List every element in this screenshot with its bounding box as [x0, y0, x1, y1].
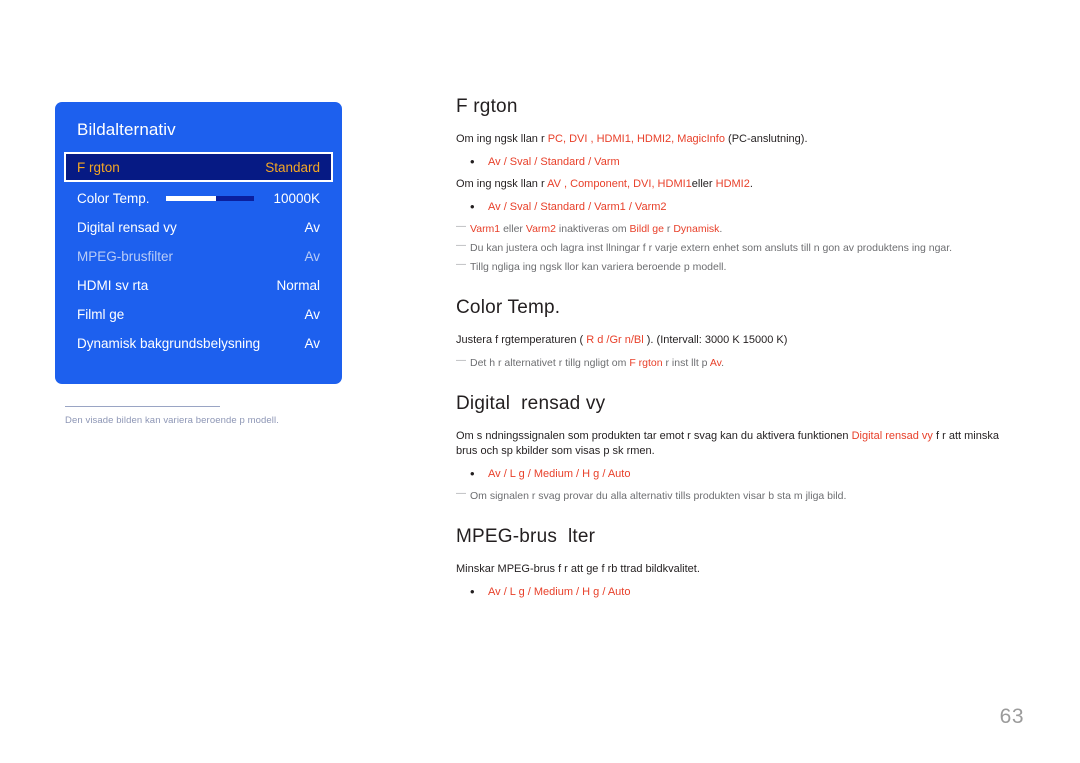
- option-list-item: Av / L g / Medium / H g / Auto: [470, 584, 1018, 601]
- highlight-varm1: Varm1: [470, 223, 504, 235]
- fargton-note-2: Du kan justera och lagra inst llningar f…: [456, 238, 1018, 256]
- osd-row-value: Av: [304, 307, 320, 322]
- osd-row-value: Av: [304, 220, 320, 235]
- text-fragment: r inst llt p: [662, 356, 710, 369]
- color-temp-note: Det h r alternativet r tillg ngligt om F…: [456, 353, 1018, 371]
- fargton-intro-2: Om ing ngsk llan r AV , Component, DVI, …: [456, 177, 1018, 193]
- text-fragment: Om s ndningssignalen som produkten tar e…: [456, 429, 852, 442]
- osd-row-value: Av: [304, 249, 320, 264]
- osd-row-label: MPEG-brusfilter: [77, 249, 174, 264]
- section-heading-color-temp: Color Temp.: [456, 297, 561, 318]
- section-fargton: F rgton Om ing ngsk llan r PC, DVI , HDM…: [456, 96, 1018, 275]
- highlight-varm2: Varm2: [525, 223, 559, 235]
- osd-row-slider-area: [150, 196, 274, 201]
- highlight-av: Av: [709, 356, 722, 369]
- caption-divider: [65, 406, 220, 407]
- highlight-dynamisk: Dynamisk: [673, 223, 720, 235]
- section-heading-fargton: F rgton: [456, 96, 518, 117]
- text-fragment: .: [721, 356, 725, 369]
- color-temp-slider[interactable]: [166, 196, 255, 201]
- fargton-note-3: Tillg ngliga ing ngsk llor kan variera b…: [456, 257, 1018, 275]
- manual-content: F rgton Om ing ngsk llan r PC, DVI , HDM…: [456, 96, 1018, 618]
- highlight-fargton: F rgton: [629, 356, 663, 369]
- highlight-source-hdmi2: HDMI2: [715, 178, 750, 190]
- osd-row-dynamic-backlight[interactable]: Dynamisk bakgrundsbelysning Av: [55, 329, 342, 358]
- osd-row-label: F rgton: [77, 159, 120, 175]
- page-number: 63: [999, 705, 1024, 728]
- osd-row-label: Color Temp.: [77, 191, 150, 206]
- highlight-source-list: AV , Component, DVI, HDMI1: [547, 178, 692, 190]
- osd-row-value: Normal: [276, 278, 320, 293]
- fargton-note-1: Varm1 eller Varm2 inaktiveras om Bildl g…: [456, 219, 1018, 237]
- osd-row-value: Standard: [265, 159, 320, 175]
- section-mpeg-noise-filter: MPEG-brus lter Minskar MPEG-brus f r att…: [456, 526, 1018, 600]
- osd-row-value: Av: [304, 336, 320, 351]
- osd-row-mpeg-noise-filter[interactable]: MPEG-brusfilter Av: [55, 242, 342, 271]
- text-fragment: eller: [691, 178, 716, 190]
- option-list-item: Av / Sval / Standard / Varm1 / Varm2: [470, 199, 1018, 216]
- osd-row-value: 10000K: [273, 191, 320, 206]
- mpeg-noise-filter-options: Av / L g / Medium / H g / Auto: [456, 584, 1018, 601]
- digital-clean-view-note: Om signalen r svag provar du alla altern…: [456, 486, 1018, 504]
- option-list-item: Av / L g / Medium / H g / Auto: [470, 466, 1018, 483]
- osd-row-label: Digital rensad vy: [77, 220, 177, 235]
- osd-row-digital-clean-view[interactable]: Digital rensad vy Av: [55, 213, 342, 242]
- text-fragment: .: [719, 223, 723, 235]
- osd-panel: Bildalternativ F rgton Standard Color Te…: [55, 102, 342, 384]
- osd-row-film-mode[interactable]: Filml ge Av: [55, 300, 342, 329]
- osd-caption: Den visade bilden kan variera beroende p…: [65, 415, 279, 426]
- color-temp-slider-fill: [166, 196, 216, 201]
- text-fragment: eller: [503, 223, 526, 235]
- option-list-item: Av / Sval / Standard / Varm: [470, 154, 1018, 171]
- osd-panel-title: Bildalternativ: [77, 120, 176, 139]
- text-fragment: inaktiveras om: [558, 223, 630, 235]
- fargton-options-1: Av / Sval / Standard / Varm: [456, 154, 1018, 171]
- text-fragment: Om ing ngsk llan r: [456, 133, 548, 145]
- mpeg-noise-filter-intro: Minskar MPEG-brus f r att ge f rb ttrad …: [456, 563, 700, 575]
- text-fragment: Om ing ngsk llan r: [456, 178, 548, 190]
- section-heading-mpeg-noise-filter: MPEG-brus lter: [456, 526, 596, 547]
- text-fragment: .: [749, 178, 753, 190]
- fargton-intro-1: Om ing ngsk llan r PC, DVI , HDMI1, HDMI…: [456, 132, 1018, 148]
- text-fragment: ). (Intervall: 3000 K 15000 K): [643, 334, 788, 346]
- highlight-source-list: PC, DVI , HDMI1, HDMI2, MagicInfo: [547, 133, 725, 145]
- color-temp-intro: Justera f rgtemperaturen ( R d /Gr n/Bl …: [456, 333, 1018, 349]
- digital-clean-view-intro: Om s ndningssignalen som produkten tar e…: [456, 429, 1018, 460]
- osd-row-color-temp[interactable]: Color Temp. 10000K: [55, 184, 342, 213]
- highlight-digital-rensad-vy: Digital rensad vy: [851, 429, 933, 442]
- fargton-options-2: Av / Sval / Standard / Varm1 / Varm2: [456, 199, 1018, 216]
- osd-row-fargton[interactable]: F rgton Standard: [64, 152, 333, 182]
- osd-row-label: HDMI sv rta: [77, 278, 149, 293]
- text-fragment: (PC-anslutning).: [724, 133, 808, 145]
- highlight-rgb: R d /Gr n/Bl: [586, 334, 644, 346]
- highlight-bildlage: Bildl ge: [629, 223, 664, 235]
- osd-illustration: Bildalternativ F rgton Standard Color Te…: [55, 102, 342, 426]
- section-heading-digital-clean-view: Digital rensad vy: [456, 392, 606, 414]
- section-digital-clean-view: Digital rensad vy Om s ndningssignalen s…: [456, 393, 1018, 505]
- section-color-temp: Color Temp. Justera f rgtemperaturen ( R…: [456, 297, 1018, 371]
- osd-row-label: Filml ge: [77, 307, 125, 322]
- digital-clean-view-options: Av / L g / Medium / H g / Auto: [456, 466, 1018, 483]
- text-fragment: r: [663, 223, 674, 235]
- text-fragment: Det h r alternativet r tillg ngligt om: [470, 356, 630, 369]
- osd-row-label: Dynamisk bakgrundsbelysning: [77, 336, 261, 351]
- osd-row-hdmi-black-level[interactable]: HDMI sv rta Normal: [55, 271, 342, 300]
- text-fragment: Justera f rgtemperaturen (: [456, 334, 587, 346]
